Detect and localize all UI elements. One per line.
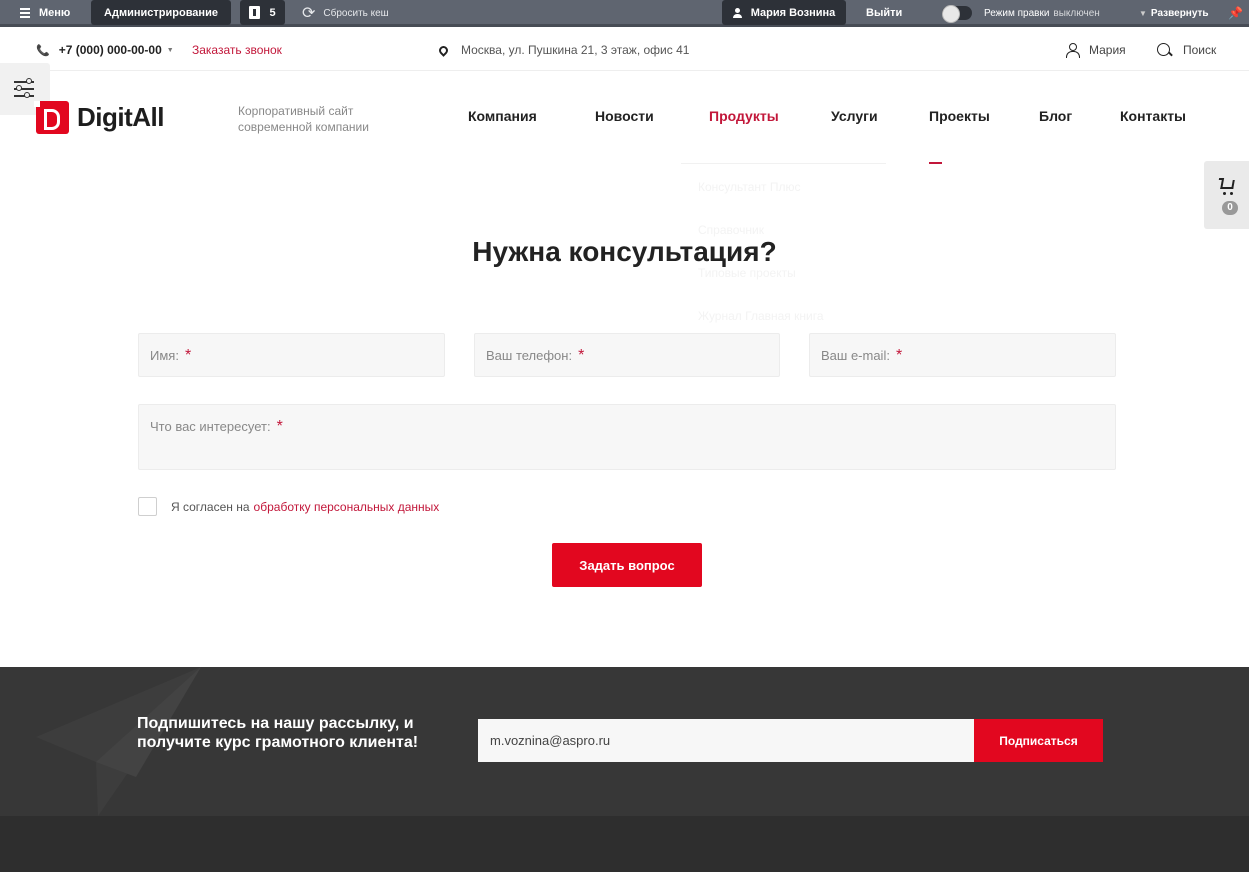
nav-item-contacts[interactable]: Контакты <box>1120 108 1186 124</box>
nav-item-blog[interactable]: Блог <box>1039 108 1072 124</box>
nav-item-services[interactable]: Услуги <box>831 108 878 124</box>
email-placeholder: Ваш e-mail: * <box>821 347 903 364</box>
nav-item-news[interactable]: Новости <box>595 108 654 124</box>
newsletter-section: Подпишитесь на нашу рассылку, и получите… <box>0 667 1249 816</box>
newsletter-email-input[interactable]: m.voznina@aspro.ru <box>478 719 974 762</box>
dropdown-item[interactable]: Журнал Главная книга <box>698 309 824 323</box>
logo-text: DigitAll <box>77 102 165 132</box>
account-name: Мария <box>1089 43 1126 57</box>
nav-item-products[interactable]: Продукты <box>709 108 779 124</box>
form-title: Нужна консультация? <box>472 236 777 267</box>
notification-icon <box>249 6 261 19</box>
nav-item-projects[interactable]: Проекты <box>929 108 990 124</box>
consent-row: Я согласен на обработку персональных дан… <box>138 497 439 516</box>
chevron-down-icon: ▼ <box>166 46 174 54</box>
clear-cache-button[interactable]: ⟳ Сбросить кеш <box>302 0 389 26</box>
edit-mode-label: Режим правки <box>984 7 1050 19</box>
consent-checkbox[interactable] <box>138 497 157 516</box>
hamburger-icon <box>20 6 30 20</box>
name-placeholder: Имя: * <box>150 347 192 364</box>
admin-menu-label: Меню <box>39 7 71 19</box>
pin-icon[interactable]: 📌 <box>1228 0 1243 26</box>
expand-panel-button[interactable]: ▼ Развернуть <box>1139 0 1209 26</box>
logo[interactable]: DigitAll <box>34 101 165 134</box>
nav-hover-indicator <box>929 162 942 164</box>
search-label: Поиск <box>1183 43 1217 57</box>
expand-label: Развернуть <box>1150 7 1209 19</box>
cart-icon <box>1220 180 1235 189</box>
subscribe-button[interactable]: Подписаться <box>974 719 1103 762</box>
admin-user-name: Мария Вознина <box>750 6 836 19</box>
cart-wheel <box>1223 192 1226 195</box>
clear-cache-label: Сбросить кеш <box>323 7 389 19</box>
edit-mode-toggle[interactable]: Режим правки выключен <box>942 0 1100 26</box>
logout-button[interactable]: Выйти <box>866 0 902 26</box>
admin-user-button[interactable]: Мария Вознина <box>722 0 846 25</box>
refresh-icon: ⟳ <box>302 5 316 22</box>
cart-count-badge: 0 <box>1222 201 1238 215</box>
dropdown-item[interactable]: Типовые проекты <box>698 266 796 280</box>
address: Москва, ул. Пушкина 21, 3 этаж, офис 41 <box>437 43 690 57</box>
phone-number: +7 (000) 000-00-00 <box>58 43 162 57</box>
interest-textarea[interactable]: Что вас интересует: * <box>138 404 1116 470</box>
address-text: Москва, ул. Пушкина 21, 3 этаж, офис 41 <box>461 43 690 57</box>
account-link[interactable]: Мария <box>1066 43 1126 58</box>
phone-dropdown[interactable]: 📞 +7 (000) 000-00-00 ▼ <box>36 43 174 57</box>
slider-knob <box>16 85 22 91</box>
slider-knob <box>26 78 32 84</box>
nav-item-company[interactable]: Компания <box>468 108 537 124</box>
privacy-policy-link[interactable]: обработку персональных данных <box>254 500 440 514</box>
logo-mark-icon <box>34 101 69 134</box>
slider-knob <box>24 92 30 98</box>
person-icon <box>1066 43 1080 58</box>
phone-placeholder: Ваш телефон: * <box>486 347 585 364</box>
dropdown-item[interactable]: Справочник <box>698 223 764 237</box>
notifications-count: 5 <box>269 6 276 19</box>
toggle-switch-icon[interactable] <box>942 5 972 23</box>
interest-placeholder: Что вас интересует: * <box>150 418 283 435</box>
cart-button[interactable] <box>1204 161 1249 229</box>
consent-text: Я согласен на <box>171 499 250 514</box>
admin-panel: Меню Администрирование 5 ⟳ Сбросить кеш … <box>0 0 1249 27</box>
cart-wheel <box>1230 192 1233 195</box>
administration-label: Администрирование <box>104 6 218 19</box>
newsletter-text: Подпишитесь на нашу рассылку, и получите… <box>137 715 419 751</box>
ask-question-button[interactable]: Задать вопрос <box>552 543 702 587</box>
footer <box>0 816 1249 872</box>
search-icon <box>1157 43 1171 57</box>
administration-button[interactable]: Администрирование <box>91 0 231 25</box>
site-slogan: Корпоративный сайт современной компании <box>238 104 369 134</box>
user-icon <box>732 7 742 18</box>
caret-down-icon: ▼ <box>1139 8 1147 18</box>
email-field[interactable]: Ваш e-mail: * <box>809 333 1116 377</box>
phone-icon: 📞 <box>36 44 50 57</box>
callback-link[interactable]: Заказать звонок <box>192 43 282 57</box>
phone-field[interactable]: Ваш телефон: * <box>474 333 780 377</box>
logout-label: Выйти <box>866 7 903 19</box>
name-field[interactable]: Имя: * <box>138 333 445 377</box>
notifications-button[interactable]: 5 <box>240 0 285 25</box>
search-button[interactable]: Поиск <box>1157 43 1216 57</box>
dropdown-item[interactable]: Консультант Плюс <box>698 180 800 194</box>
admin-menu-button[interactable]: Меню <box>20 0 70 26</box>
edit-mode-state: выключен <box>1053 7 1100 19</box>
top-info-bar: 📞 +7 (000) 000-00-00 ▼ Заказать звонок М… <box>0 30 1249 71</box>
location-pin-icon <box>437 43 450 57</box>
